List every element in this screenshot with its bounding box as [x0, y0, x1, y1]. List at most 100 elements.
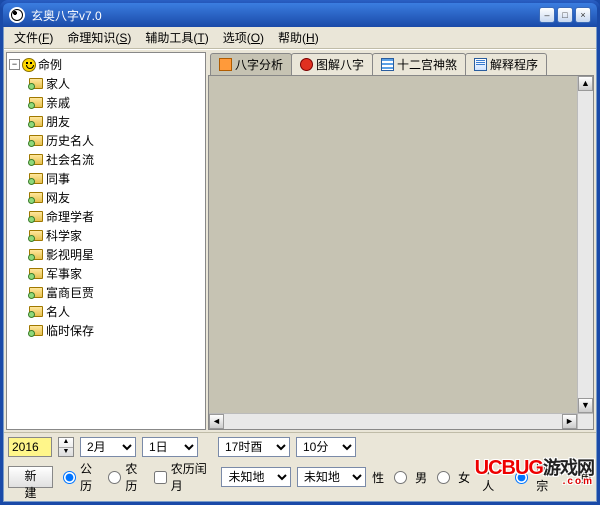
- tree-item[interactable]: 影视明星: [29, 245, 203, 264]
- solar-label: 公历: [80, 460, 102, 494]
- year-input[interactable]: [8, 437, 52, 457]
- main-panel: 八字分析 图解八字 十二宫神煞解释程序 ▲ ▼ ◄ ►: [208, 52, 594, 430]
- tree-item-label: 军事家: [46, 265, 82, 282]
- tree-item-label: 亲戚: [46, 94, 70, 111]
- minimize-button[interactable]: –: [539, 7, 555, 23]
- tree-item[interactable]: 历史名人: [29, 131, 203, 150]
- horizontal-scrollbar[interactable]: ◄ ►: [209, 413, 577, 429]
- tree-item[interactable]: 同事: [29, 169, 203, 188]
- tab-label: 图解八字: [316, 56, 364, 73]
- folder-icon: [29, 154, 43, 165]
- tree-item[interactable]: 科学家: [29, 226, 203, 245]
- app-body: 文件(F)命理知识(S)辅助工具(T)选项(O)帮助(H) − 命例 家人亲戚朋…: [3, 27, 597, 502]
- scroll-right-icon[interactable]: ►: [562, 414, 577, 429]
- day-select[interactable]: 1日: [142, 437, 198, 457]
- month-select[interactable]: 2月: [80, 437, 136, 457]
- tree-item[interactable]: 名人: [29, 302, 203, 321]
- tree-item[interactable]: 网友: [29, 188, 203, 207]
- place1-select[interactable]: 未知地: [221, 467, 290, 487]
- scroll-down-icon[interactable]: ▼: [578, 398, 593, 413]
- bottom-toolbar: ▲▼ 2月 1日 17时酉 10分 新建 公历 农历 农历闰月 未知地 未知地 …: [4, 432, 596, 501]
- leap-checkbox[interactable]: [154, 471, 167, 484]
- tree-item-label: 朋友: [46, 113, 70, 130]
- folder-icon: [29, 78, 43, 89]
- solar-radio[interactable]: [63, 471, 76, 484]
- app-icon: [9, 7, 25, 23]
- folder-icon: [29, 268, 43, 279]
- folder-icon: [29, 249, 43, 260]
- menu-h[interactable]: 帮助(H): [272, 27, 325, 48]
- tree-item[interactable]: 社会名流: [29, 150, 203, 169]
- menubar: 文件(F)命理知识(S)辅助工具(T)选项(O)帮助(H): [4, 27, 596, 49]
- place2-select[interactable]: 未知地: [297, 467, 366, 487]
- tree-item[interactable]: 家人: [29, 74, 203, 93]
- tab-图解八字[interactable]: 图解八字: [291, 53, 373, 75]
- tab-解释程序[interactable]: 解释程序: [465, 53, 547, 75]
- tree-root[interactable]: − 命例: [9, 55, 203, 74]
- tree-item[interactable]: 富商巨贾: [29, 283, 203, 302]
- lunar-radio[interactable]: [108, 471, 121, 484]
- male-radio[interactable]: [394, 471, 407, 484]
- tab-label: 八字分析: [235, 56, 283, 73]
- menu-o[interactable]: 选项(O): [217, 27, 270, 48]
- collapse-icon[interactable]: −: [9, 59, 20, 70]
- folder-icon: [29, 325, 43, 336]
- minute-select[interactable]: 10分: [296, 437, 356, 457]
- tree-item[interactable]: 命理学者: [29, 207, 203, 226]
- folder-icon: [29, 97, 43, 108]
- tab-strip: 八字分析 图解八字 十二宫神煞解释程序: [208, 52, 594, 76]
- lunar-label: 农历: [125, 460, 147, 494]
- tab-十二宫神煞[interactable]: 十二宫神煞: [372, 53, 466, 75]
- tree-panel[interactable]: − 命例 家人亲戚朋友历史名人社会名流同事网友命理学者科学家影视明星军事家富商巨…: [6, 52, 206, 430]
- tree-item-label: 家人: [46, 75, 70, 92]
- window-frame: 玄奥八字v7.0 – □ × 文件(F)命理知识(S)辅助工具(T)选项(O)帮…: [0, 0, 600, 505]
- extra-radio[interactable]: [515, 471, 528, 484]
- more-label[interactable]: 更: [580, 469, 592, 486]
- titlebar[interactable]: 玄奥八字v7.0 – □ ×: [3, 3, 597, 27]
- tree-item-label: 同事: [46, 170, 70, 187]
- scroll-left-icon[interactable]: ◄: [209, 414, 224, 429]
- tab-label: 十二宫神煞: [397, 56, 457, 73]
- tree-root-label: 命例: [38, 56, 62, 73]
- close-button[interactable]: ×: [575, 7, 591, 23]
- window-title: 玄奥八字v7.0: [31, 7, 102, 24]
- female-label: 女: [458, 469, 470, 486]
- year-stepper[interactable]: ▲▼: [58, 437, 74, 457]
- tree-item[interactable]: 临时保存: [29, 321, 203, 340]
- calendar-radio-group: 公历 农历 农历闰月: [59, 460, 215, 494]
- content-area: − 命例 家人亲戚朋友历史名人社会名流同事网友命理学者科学家影视明星军事家富商巨…: [4, 49, 596, 432]
- tab-八字分析[interactable]: 八字分析: [210, 53, 292, 75]
- content-canvas: ▲ ▼ ◄ ►: [208, 76, 594, 430]
- hour-select[interactable]: 17时酉: [218, 437, 290, 457]
- menu-s[interactable]: 命理知识(S): [61, 27, 137, 48]
- scroll-up-icon[interactable]: ▲: [578, 76, 593, 91]
- smiley-icon: [22, 58, 36, 72]
- doc-icon: [474, 58, 487, 71]
- female-radio[interactable]: [437, 471, 450, 484]
- tree-children: 家人亲戚朋友历史名人社会名流同事网友命理学者科学家影视明星军事家富商巨贾名人临时…: [9, 74, 203, 340]
- new-button[interactable]: 新建: [8, 466, 53, 488]
- menu-t[interactable]: 辅助工具(T): [139, 27, 214, 48]
- tree-item-label: 临时保存: [46, 322, 94, 339]
- grid-icon: [381, 58, 394, 71]
- male-label: 男: [415, 469, 427, 486]
- gender-label: 性: [372, 469, 384, 486]
- tree-item-label: 影视明星: [46, 246, 94, 263]
- tree-item-label: 名人: [46, 303, 70, 320]
- tree-item-label: 历史名人: [46, 132, 94, 149]
- tree-item[interactable]: 亲戚: [29, 93, 203, 112]
- folder-icon: [29, 192, 43, 203]
- orange-icon: [219, 58, 232, 71]
- tree-item[interactable]: 朋友: [29, 112, 203, 131]
- folder-icon: [29, 116, 43, 127]
- scroll-corner: [577, 413, 593, 429]
- folder-icon: [29, 287, 43, 298]
- maximize-button[interactable]: □: [557, 7, 573, 23]
- tree-item-label: 富商巨贾: [46, 284, 94, 301]
- folder-icon: [29, 135, 43, 146]
- folder-icon: [29, 211, 43, 222]
- tree-item[interactable]: 军事家: [29, 264, 203, 283]
- vertical-scrollbar[interactable]: ▲ ▼: [577, 76, 593, 413]
- tree-item-label: 社会名流: [46, 151, 94, 168]
- menu-f[interactable]: 文件(F): [8, 27, 59, 48]
